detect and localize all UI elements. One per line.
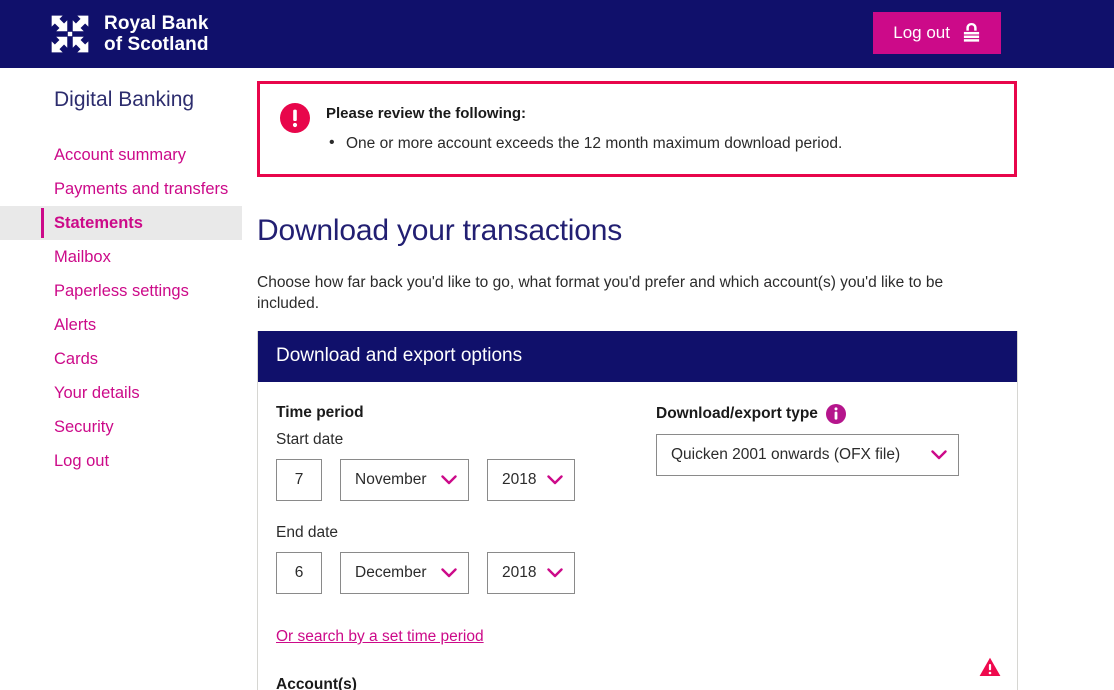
start-date-day-input[interactable]: [276, 459, 322, 501]
download-export-options-panel: Download and export options Time period …: [257, 331, 1018, 690]
info-icon[interactable]: [825, 404, 846, 424]
logout-button-label: Log out: [893, 23, 950, 42]
sidebar-item-paperless-settings[interactable]: Paperless settings: [0, 274, 242, 308]
warning-triangle-icon: [979, 657, 1001, 676]
start-date-row: November 2018: [276, 459, 638, 501]
start-date-year-value: 2018: [502, 471, 537, 488]
sidebar-item-your-details[interactable]: Your details: [0, 376, 242, 410]
panel-body: Time period Start date November: [258, 382, 1017, 690]
sidebar-title: Digital Banking: [54, 88, 195, 111]
time-period-label: Time period: [276, 404, 638, 422]
brand-wordmark: Royal Bank of Scotland: [104, 13, 209, 55]
sidebar-item-security[interactable]: Security: [0, 410, 242, 444]
end-date-month-value: December: [355, 564, 427, 581]
export-type-select[interactable]: Quicken 2001 onwards (OFX file): [656, 434, 959, 476]
exclamation-circle-icon: [280, 103, 310, 133]
panel-columns: Time period Start date November: [276, 404, 999, 690]
export-type-label: Download/export type: [656, 404, 968, 424]
sidebar-item-log-out[interactable]: Log out: [0, 444, 242, 478]
end-date-label: End date: [276, 524, 339, 541]
start-date-label: Start date: [276, 431, 344, 448]
chevron-down-icon: [441, 475, 457, 485]
end-date-row: December 2018: [276, 552, 638, 594]
sidebar-item-account-summary[interactable]: Account summary: [0, 138, 242, 172]
brand-logo[interactable]: Royal Bank of Scotland: [48, 12, 209, 56]
top-navigation-bar: Royal Bank of Scotland Log out: [0, 0, 1114, 68]
chevron-down-icon: [931, 450, 947, 460]
error-message-item: One or more account exceeds the 12 month…: [326, 133, 842, 154]
sidebar-item-mailbox[interactable]: Mailbox: [0, 240, 242, 274]
panel-header: Download and export options: [258, 331, 1017, 382]
search-by-set-time-period-link[interactable]: Or search by a set time period: [276, 628, 484, 646]
sidebar-item-alerts[interactable]: Alerts: [0, 308, 242, 342]
padlock-icon: [963, 23, 980, 42]
end-date-year-value: 2018: [502, 564, 537, 581]
end-date-month-select[interactable]: December: [340, 552, 469, 594]
main-content: Please review the following: One or more…: [257, 68, 1114, 690]
sidebar-navigation: Digital Banking Account summary Payments…: [0, 68, 242, 478]
export-type-column: Download/export type Quicken 2001 onward…: [638, 404, 968, 690]
logout-button[interactable]: Log out: [873, 12, 1001, 54]
start-date-month-value: November: [355, 471, 427, 488]
chevron-down-icon: [441, 568, 457, 578]
brand-line-2: of Scotland: [104, 34, 209, 55]
error-message-list: One or more account exceeds the 12 month…: [326, 133, 842, 154]
chevron-down-icon: [547, 475, 563, 485]
brand-line-1: Royal Bank: [104, 13, 209, 34]
sidebar-item-cards[interactable]: Cards: [0, 342, 242, 376]
start-date-month-select[interactable]: November: [340, 459, 469, 501]
end-date-day-input[interactable]: [276, 552, 322, 594]
validation-error-banner: Please review the following: One or more…: [257, 81, 1017, 177]
page-root: Royal Bank of Scotland Log out Digital B…: [0, 0, 1114, 690]
export-type-value: Quicken 2001 onwards (OFX file): [671, 446, 901, 463]
time-period-label-text: Time period: [276, 404, 364, 421]
error-title: Please review the following:: [326, 105, 527, 122]
error-content: Please review the following: One or more…: [326, 102, 842, 154]
accounts-label: Account(s): [276, 676, 357, 690]
page-intro-text: Choose how far back you'd like to go, wh…: [257, 274, 944, 312]
sidebar-item-payments-and-transfers[interactable]: Payments and transfers: [0, 172, 242, 206]
export-type-label-text: Download/export type: [656, 405, 818, 422]
sidebar-item-statements[interactable]: Statements: [0, 206, 242, 240]
chevron-down-icon: [547, 568, 563, 578]
end-date-year-select[interactable]: 2018: [487, 552, 575, 594]
rbs-daisy-wheel-logo-icon: [51, 15, 89, 53]
start-date-year-select[interactable]: 2018: [487, 459, 575, 501]
page-title: Download your transactions: [257, 214, 622, 247]
time-period-column: Time period Start date November: [276, 404, 638, 690]
